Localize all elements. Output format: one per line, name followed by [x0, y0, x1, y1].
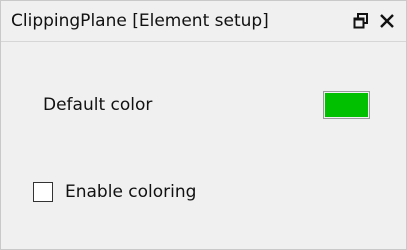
default-color-row: Default color [1, 88, 406, 122]
close-icon[interactable] [377, 11, 397, 31]
restore-window-icon[interactable] [353, 13, 369, 29]
panel-title: ClippingPlane [Element setup] [11, 11, 269, 31]
element-setup-panel: ClippingPlane [Element setup] Default co… [0, 0, 407, 250]
default-color-label: Default color [43, 95, 153, 115]
color-swatch-fill [325, 93, 368, 117]
panel-content: Default color Enable coloring [1, 42, 406, 249]
enable-coloring-checkbox[interactable] [33, 182, 53, 202]
enable-coloring-row: Enable coloring [1, 179, 406, 205]
panel-titlebar[interactable]: ClippingPlane [Element setup] [1, 1, 406, 42]
default-color-swatch[interactable] [323, 91, 370, 119]
enable-coloring-label[interactable]: Enable coloring [65, 179, 196, 205]
